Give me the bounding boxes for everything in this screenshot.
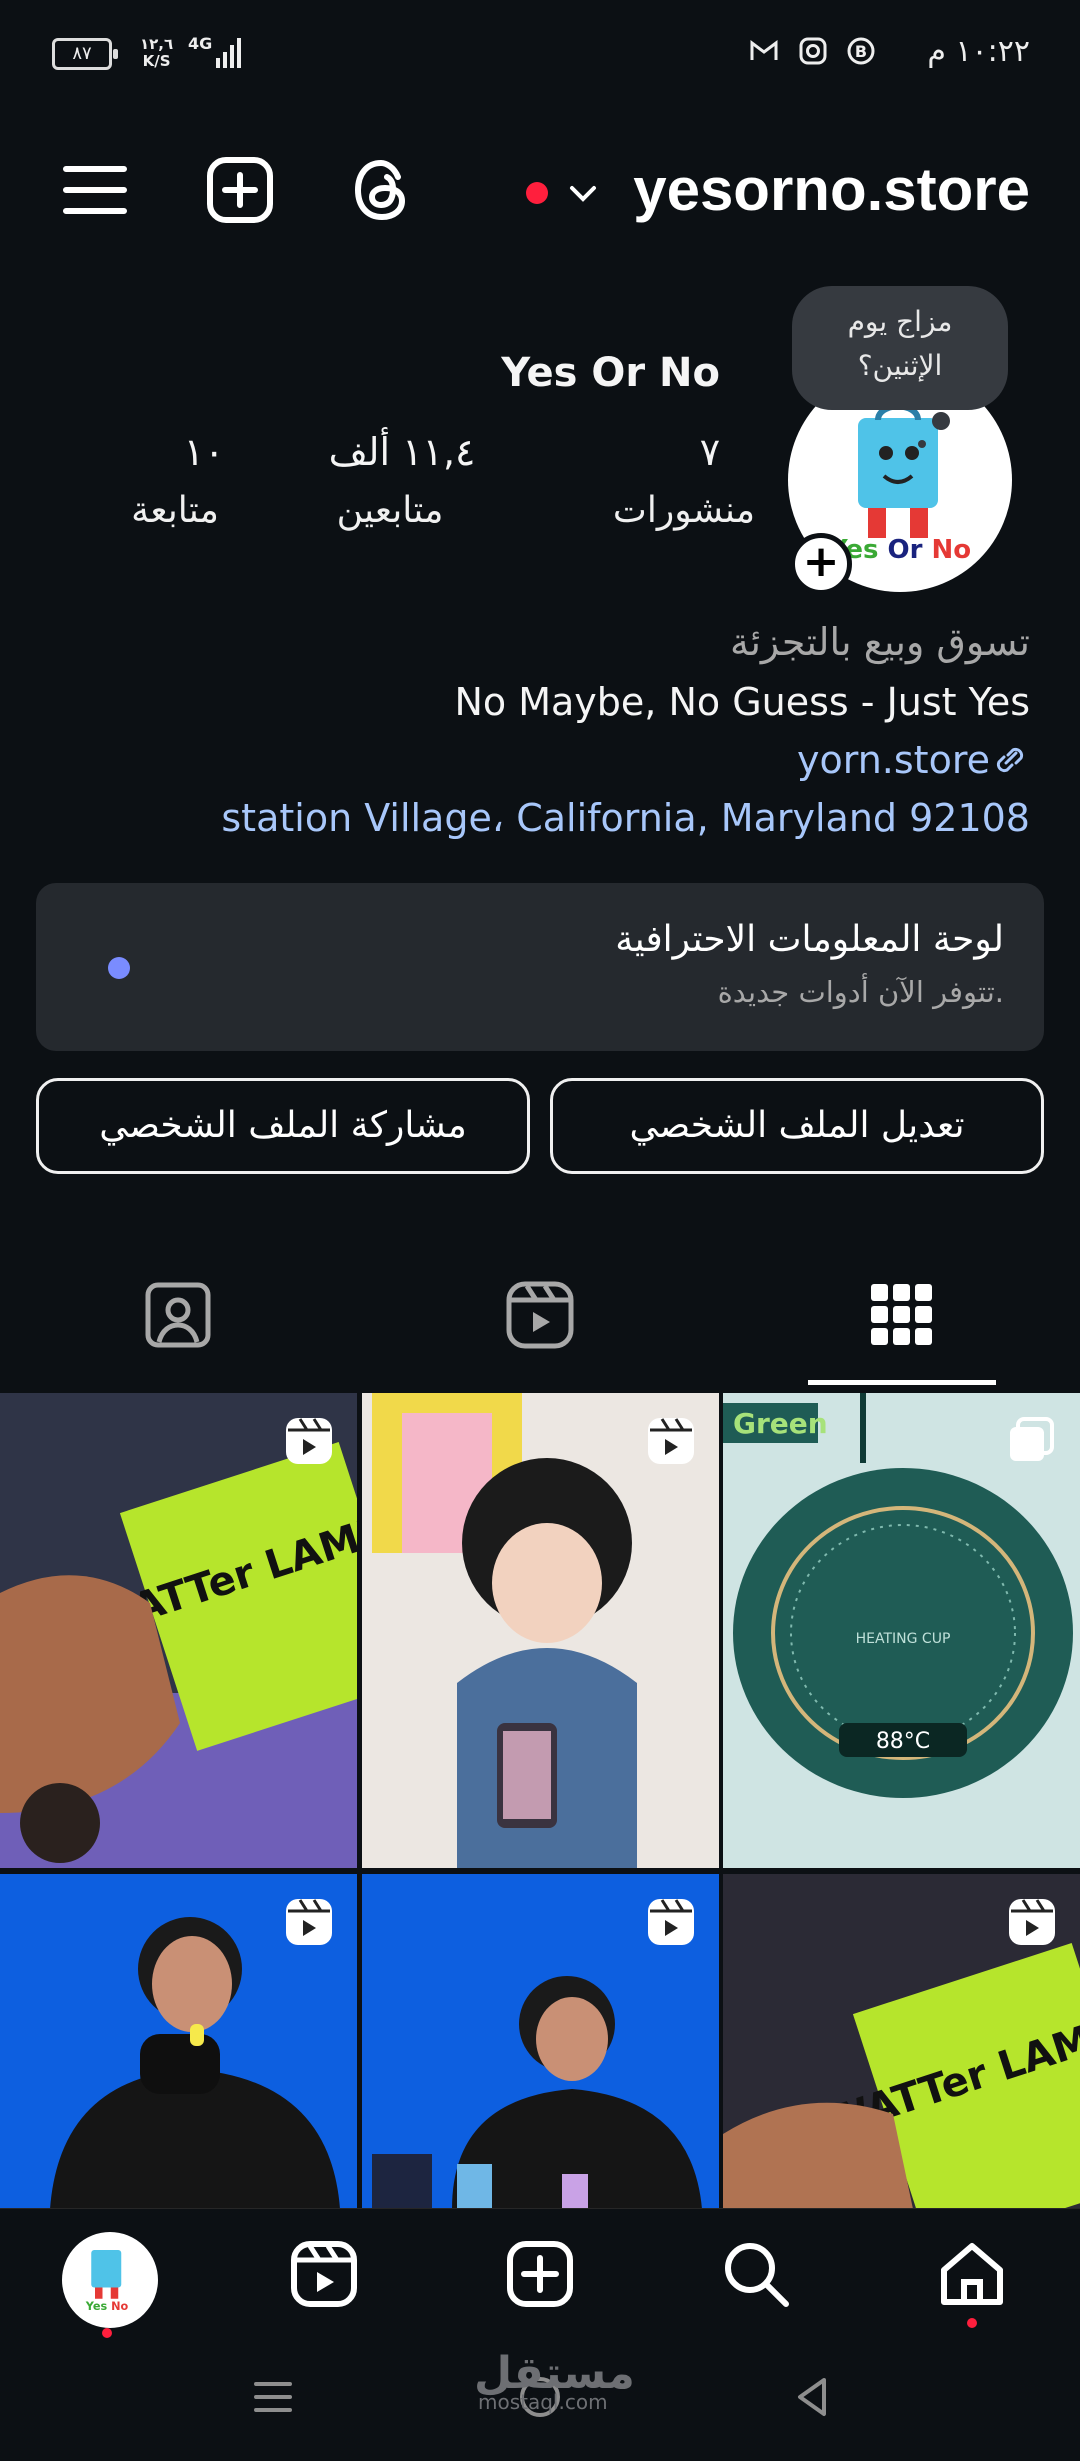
gmail-icon <box>750 40 778 60</box>
link-icon <box>996 747 1024 773</box>
bio-address[interactable]: station Village، California, Maryland 92… <box>221 796 1030 840</box>
note-bubble-tail <box>932 412 950 430</box>
reel-badge-icon <box>1009 1899 1055 1945</box>
add-story-button[interactable]: + <box>790 533 852 595</box>
bio-text: No Maybe, No Guess - Just Yes <box>454 680 1030 724</box>
active-tab-indicator <box>808 1380 996 1385</box>
notification-dot <box>526 182 548 204</box>
svg-text:Yes No: Yes No <box>85 2300 129 2313</box>
reels-icon[interactable] <box>505 1280 575 1350</box>
share-profile-button[interactable]: مشاركة الملف الشخصي <box>36 1078 530 1174</box>
menu-icon[interactable] <box>60 155 130 225</box>
reel-badge-icon <box>286 1418 332 1464</box>
home-notification-dot <box>967 2318 977 2328</box>
add-post-icon[interactable] <box>205 155 275 225</box>
profile-note-bubble[interactable]: مزاج يوم الإثنين؟ <box>792 286 1008 410</box>
instagram-icon <box>799 37 827 65</box>
dashboard-title: لوحة المعلومات الاحترافية <box>615 919 1004 960</box>
followers-label[interactable]: متابعين <box>290 490 490 531</box>
reel-badge-icon <box>648 1899 694 1945</box>
note-text-line1: مزاج يوم <box>847 305 953 338</box>
chevron-down-icon[interactable] <box>566 176 600 210</box>
followers-count[interactable]: ١١,٤ ألف <box>302 430 502 474</box>
search-icon[interactable] <box>720 2238 792 2310</box>
bio-link-text[interactable]: yorn.store <box>797 738 990 782</box>
profile-notification-dot <box>102 2328 112 2338</box>
network-speed: ١٢,٦ K/S <box>140 36 173 70</box>
tagged-icon[interactable] <box>143 1280 213 1350</box>
reel-badge-icon <box>648 1418 694 1464</box>
new-indicator-dot <box>108 957 130 979</box>
back-icon[interactable] <box>788 2372 838 2422</box>
reel-badge-icon <box>286 1899 332 1945</box>
following-label[interactable]: متابعة <box>75 490 275 531</box>
reels-icon[interactable] <box>288 2238 360 2310</box>
note-bubble-tail-small <box>918 440 926 448</box>
status-bar: ٨٧ ١٢,٦ K/S 4G B ١٠:٢٢ م <box>0 0 1080 110</box>
grid-icon[interactable] <box>867 1280 937 1350</box>
post-tile[interactable]: Green HEATING CUP 88°C <box>723 1393 1080 1868</box>
create-icon[interactable] <box>504 2238 576 2310</box>
bio-link[interactable]: yorn.store <box>797 738 1030 782</box>
home-icon[interactable] <box>936 2238 1008 2310</box>
note-text-line2: الإثنين؟ <box>857 349 943 382</box>
post-overlay-text: Green <box>733 1407 828 1440</box>
post-product-text: HEATING CUP <box>856 1631 951 1647</box>
network-speed-unit: K/S <box>142 52 171 70</box>
display-name: Yes Or No <box>501 350 720 396</box>
profile-avatar[interactable]: Yes No <box>62 2232 158 2328</box>
post-tile[interactable]: WATTer LAMP <box>0 1393 357 1868</box>
carousel-icon <box>1010 1417 1054 1461</box>
threads-icon[interactable] <box>348 155 418 225</box>
dashboard-subtitle: تتوفر الآن أدوات جديدة. <box>717 975 1004 1009</box>
posts-label[interactable]: منشورات <box>584 490 784 531</box>
avatar-logo: Yes No <box>65 2235 149 2319</box>
edit-profile-button[interactable]: تعديل الملف الشخصي <box>550 1078 1044 1174</box>
signal-icon <box>216 38 241 68</box>
bio-category: تسوق وبيع بالتجزئة <box>729 620 1030 664</box>
watermark-url: mostaql.com <box>478 2390 608 2414</box>
profile-username[interactable]: yesorno.store <box>633 155 1030 224</box>
post-display-text: 88°C <box>876 1729 930 1754</box>
svg-text:B: B <box>855 42 867 61</box>
post-tile[interactable] <box>362 1393 719 1868</box>
recent-apps-icon[interactable] <box>248 2372 298 2422</box>
network-type: 4G <box>188 34 213 53</box>
b-icon: B <box>847 37 875 65</box>
network-speed-value: ١٢,٦ <box>140 35 174 53</box>
professional-dashboard-card[interactable]: لوحة المعلومات الاحترافية تتوفر الآن أدو… <box>36 883 1044 1051</box>
posts-count[interactable]: ٧ <box>610 430 810 474</box>
clock: ١٠:٢٢ م <box>927 34 1030 69</box>
following-count[interactable]: ١٠ <box>104 430 304 474</box>
battery-indicator: ٨٧ <box>52 38 118 70</box>
